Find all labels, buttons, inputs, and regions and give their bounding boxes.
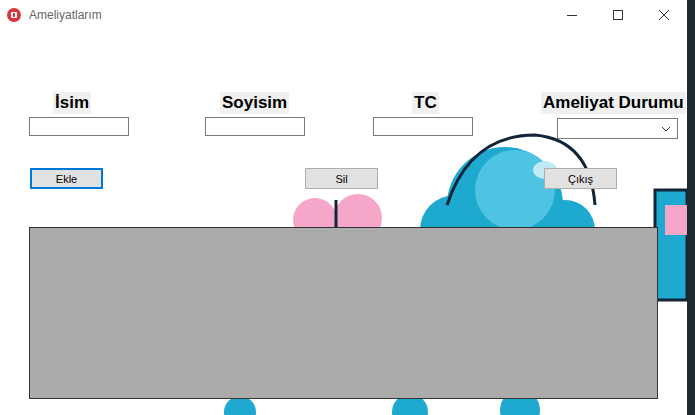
- minimize-icon: [567, 10, 577, 20]
- field-label: Ameliyat Durumu: [541, 92, 686, 114]
- window: Ameliyatlarım İsim Soyisim TC Ameliyat D…: [0, 0, 687, 415]
- background-window: [687, 0, 695, 415]
- text-field[interactable]: [29, 117, 129, 136]
- field-label: İsim: [53, 92, 91, 114]
- close-icon: [659, 10, 669, 20]
- field-label: Soyisim: [220, 92, 289, 114]
- maximize-icon: [613, 10, 623, 20]
- maximize-button[interactable]: [595, 0, 641, 30]
- action-button[interactable]: Çıkış: [544, 168, 617, 189]
- data-grid[interactable]: [29, 227, 658, 399]
- form-area: İsim Soyisim TC Ameliyat Durumu Ekle Sil Ç…: [0, 30, 687, 415]
- close-button[interactable]: [641, 0, 687, 30]
- chevron-down-icon: [661, 126, 671, 132]
- window-title: Ameliyatlarım: [29, 8, 102, 22]
- action-button[interactable]: Ekle: [30, 168, 103, 189]
- text-field[interactable]: [373, 117, 473, 136]
- text-field[interactable]: [205, 117, 305, 136]
- app-icon: [7, 8, 21, 22]
- status-dropdown[interactable]: [557, 118, 678, 139]
- screen: Ameliyatlarım İsim Soyisim TC Ameliyat D…: [0, 0, 695, 415]
- field-label: TC: [412, 92, 439, 114]
- action-button[interactable]: Sil: [305, 168, 378, 189]
- title-bar: Ameliyatlarım: [0, 0, 687, 30]
- minimize-button[interactable]: [549, 0, 595, 30]
